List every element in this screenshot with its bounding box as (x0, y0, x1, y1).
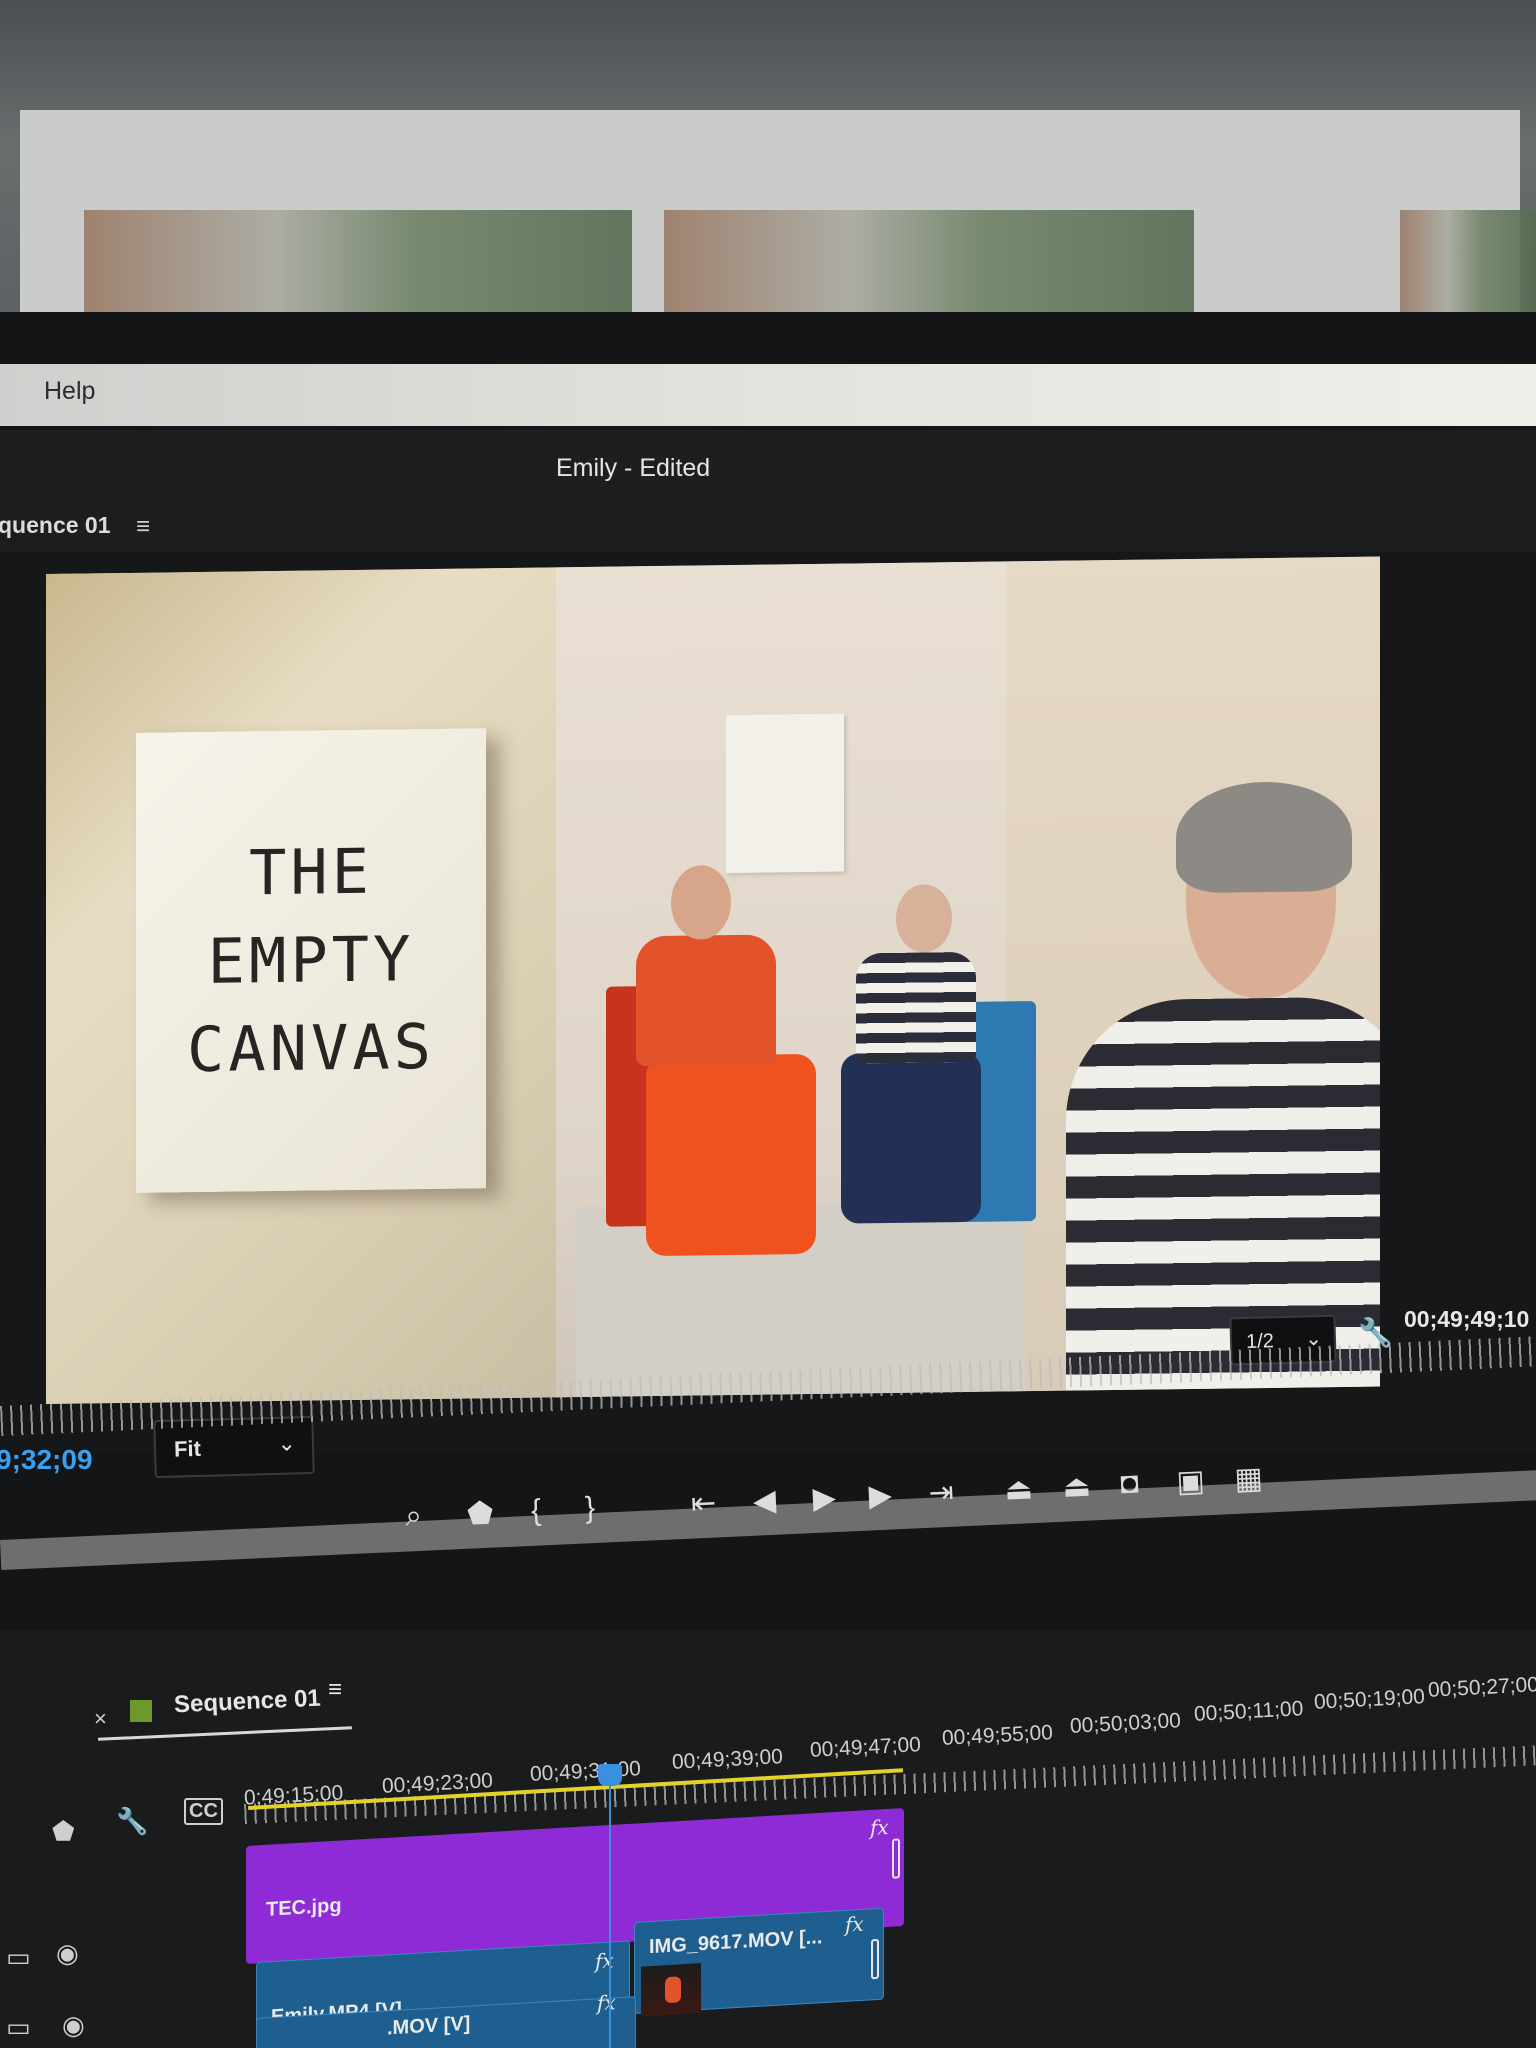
track-output-icon[interactable]: ▭ (6, 2012, 31, 2043)
fx-badge[interactable]: fx (597, 1990, 616, 2015)
sequence-color-swatch (130, 1700, 152, 1722)
eye-icon[interactable]: ◉ (56, 1938, 79, 1969)
canvas-text-line: CANVAS (187, 1009, 435, 1087)
man-figure-legs (646, 1053, 816, 1257)
clip-img-9617[interactable]: IMG_9617.MOV [... fx (634, 1907, 884, 2017)
close-icon[interactable]: × (94, 1706, 107, 1732)
wrench-icon[interactable]: 🔧 (116, 1806, 148, 1837)
clip-label: TEC.jpg (266, 1894, 342, 1921)
lift-icon[interactable]: ⏏ (1004, 1471, 1034, 1507)
program-monitor-tab[interactable]: quence 01 (0, 512, 111, 539)
zoom-value: Fit (173, 1435, 202, 1462)
comparison-view-icon[interactable]: ▣ (1176, 1464, 1206, 1500)
extract-icon[interactable]: ⏏ (1062, 1469, 1092, 1505)
closeup-figure-hair (1176, 780, 1352, 894)
clip-thumbnail (641, 1963, 701, 2017)
marker-icon[interactable]: ⬟ (52, 1816, 75, 1847)
eye-icon[interactable]: ◉ (62, 2010, 85, 2041)
ruler-timecode: 00;50;27;00 (1427, 1673, 1536, 1702)
video-preview: THE EMPTY CANVAS (46, 556, 1380, 1404)
blank-paper (726, 713, 844, 874)
ruler-timecode: 00;50;19;00 (1313, 1685, 1426, 1714)
export-frame-icon[interactable]: ◘ (1120, 1467, 1140, 1502)
add-marker-icon[interactable]: ⬟ (466, 1496, 494, 1532)
go-to-out-icon[interactable]: ⇥ (928, 1475, 955, 1511)
track-output-icon[interactable]: ▭ (6, 1942, 31, 1973)
fx-badge[interactable]: fx (845, 1912, 864, 1937)
playhead-timecode[interactable]: 9;32;09 (0, 1444, 93, 1476)
clip-label: IMG_9617.MOV [... (649, 1926, 823, 1959)
hamburger-icon[interactable]: ≡ (136, 513, 150, 541)
menu-bar (0, 364, 1536, 426)
playhead-line[interactable] (609, 1784, 611, 2048)
ruler-timecode: 00;49;31;00 (529, 1757, 642, 1786)
duration-timecode: 00;49;49;10 (1404, 1306, 1530, 1332)
play-icon[interactable]: ▶ (812, 1480, 837, 1516)
canvas-text-line: EMPTY (207, 922, 415, 998)
clip-end-handle[interactable] (892, 1838, 900, 1879)
man-figure (636, 934, 776, 1067)
canvas-text-line: THE (249, 834, 373, 910)
go-to-in-icon[interactable]: ⇤ (690, 1486, 717, 1522)
marker-out-icon[interactable]: ⌕ (404, 1499, 422, 1534)
ruler-timecode: 00;49;47;00 (809, 1733, 922, 1762)
woman-figure (856, 951, 976, 1064)
captions-icon[interactable]: CC (184, 1798, 223, 1825)
proxy-toggle-icon[interactable]: ▦ (1234, 1461, 1264, 1497)
mark-out-icon[interactable]: } (584, 1491, 596, 1525)
fx-badge[interactable]: fx (870, 1815, 889, 1840)
playhead-handle[interactable] (598, 1764, 622, 1786)
empty-canvas-sign: THE EMPTY CANVAS (136, 728, 486, 1193)
woman-figure-legs (841, 1051, 981, 1224)
clip-end-handle[interactable] (871, 1938, 879, 1980)
ruler-timecode: 00;50;11;00 (1193, 1697, 1304, 1726)
room-background (0, 0, 1536, 360)
step-back-icon[interactable]: ◀ (752, 1483, 777, 1519)
clip-label: .MOV [V] (387, 2012, 471, 2040)
chevron-down-icon: ⌄ (277, 1430, 297, 1456)
ruler-timecode: 00;49;39;00 (671, 1745, 784, 1774)
ruler-timecode: 00;49;55;00 (941, 1721, 1054, 1750)
program-monitor-header (0, 502, 1536, 552)
window-title: Emily - Edited (556, 454, 711, 482)
mark-in-icon[interactable]: { (530, 1494, 542, 1528)
ruler-timecode: 00;50;03;00 (1069, 1709, 1182, 1738)
title-bar (0, 430, 1536, 502)
step-forward-icon[interactable]: ▶ (868, 1478, 893, 1514)
menu-help[interactable]: Help (44, 377, 95, 406)
